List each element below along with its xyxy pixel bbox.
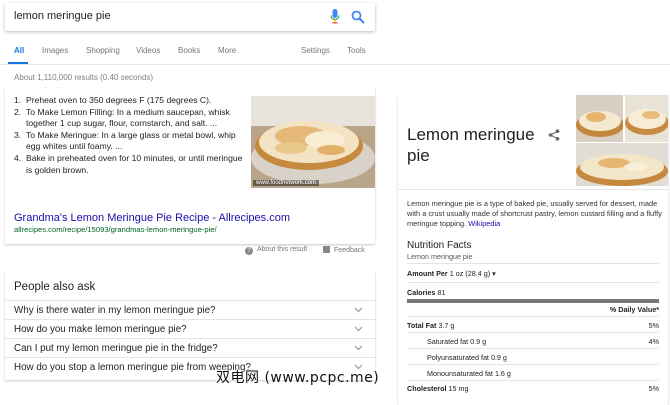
chevron-down-icon [354, 345, 363, 351]
paa-question[interactable]: Why is there water in my lemon meringue … [5, 300, 375, 319]
feedback-link[interactable]: Feedback [323, 246, 365, 254]
calories-row: Calories 81 [407, 288, 446, 297]
tab-books[interactable]: Books [178, 46, 200, 55]
feedback-icon [323, 246, 330, 253]
kp-title: Lemon meringue pie [407, 125, 535, 165]
nutrient-row: Total Fat 3.7 g 5% [407, 321, 659, 330]
paa-question[interactable]: Can I put my lemon meringue pie in the f… [5, 338, 375, 357]
about-this-result[interactable]: ? About this result [245, 246, 307, 255]
chevron-down-icon [354, 326, 363, 332]
knowledge-panel: Lemon meringue pie Lemon meringue pie is… [398, 95, 668, 405]
wikipedia-link[interactable]: Wikipedia [468, 219, 500, 228]
nf-divider [407, 348, 659, 349]
recipe-steps: 1. Preheat oven to 350 degrees F (175 deg… [14, 95, 246, 176]
search-bar[interactable]: lemon meringue pie [5, 3, 375, 31]
tab-all[interactable]: All [14, 46, 24, 55]
recipe-step: 2. To Make Lemon Filling: In a medium sau… [14, 106, 230, 129]
image-credit: www.foodnetwork.com [253, 180, 320, 186]
nutrition-facts-subheading: Lemon meringue pie [407, 252, 473, 261]
kp-description: Lemon meringue pie is a type of baked pi… [407, 199, 662, 229]
site-watermark: 双电网 (www.pcpc.me) [216, 370, 380, 386]
paa-question[interactable]: How do you make lemon meringue pie? [5, 319, 375, 338]
tabs-divider [0, 64, 670, 65]
featured-snippet: 1. Preheat oven to 350 degrees F (175 deg… [5, 88, 375, 244]
tab-settings[interactable]: Settings [301, 46, 330, 55]
search-input[interactable]: lemon meringue pie [14, 10, 111, 22]
mic-icon[interactable] [330, 9, 340, 24]
tab-shopping[interactable]: Shopping [86, 46, 120, 55]
nutrient-row: Polyunsaturated fat 0.9 g [427, 353, 507, 362]
nutrition-facts-heading: Nutrition Facts [407, 240, 472, 251]
search-icon[interactable] [351, 10, 365, 24]
tab-tools[interactable]: Tools [347, 46, 366, 55]
recipe-step: 4. Bake in preheated oven for 10 minutes,… [14, 152, 243, 175]
nutrient-row: Saturated fat 0.9 g 4% [427, 337, 659, 346]
kp-image[interactable] [576, 95, 623, 142]
dropdown-arrow-icon: ▾ [492, 269, 496, 278]
nf-divider [407, 332, 659, 333]
kp-image[interactable] [625, 95, 668, 142]
nf-divider [407, 380, 659, 381]
amount-per-selector[interactable]: Amount Per 1 oz (28.4 g) ▾ [407, 269, 659, 278]
pie-photo-graphic [576, 143, 668, 186]
nutrient-row: Cholesterol 15 mg 5% [407, 384, 659, 393]
nf-divider [407, 263, 659, 264]
kp-divider [398, 189, 668, 190]
kp-image[interactable] [576, 143, 668, 186]
tab-more[interactable]: More [218, 46, 236, 55]
pie-photo-graphic [625, 95, 668, 142]
nf-divider [407, 364, 659, 365]
result-title-link[interactable]: Grandma's Lemon Meringue Pie Recipe - Al… [14, 212, 290, 224]
pie-photo-graphic [251, 96, 375, 188]
nutrient-row: Monounsaturated fat 1.6 g [427, 369, 511, 378]
recipe-step: 1. Preheat oven to 350 degrees F (175 deg… [14, 95, 212, 105]
people-also-ask: People also ask Why is there water in my… [5, 270, 375, 380]
tab-videos[interactable]: Videos [136, 46, 160, 55]
nf-thick-divider [407, 299, 659, 303]
share-icon[interactable] [548, 129, 560, 141]
pie-image[interactable]: www.foodnetwork.com [251, 96, 375, 188]
tab-images[interactable]: Images [42, 46, 68, 55]
chevron-down-icon [354, 307, 363, 313]
result-stats: About 1,110,000 results (0.40 seconds) [14, 73, 154, 82]
pie-photo-graphic [576, 95, 623, 142]
help-icon: ? [245, 247, 253, 255]
recipe-step: 3. To Make Meringue: In a large glass or … [14, 129, 236, 152]
result-url: allrecipes.com/recipe/15093/grandmas-lem… [14, 225, 217, 234]
paa-heading: People also ask [14, 281, 96, 293]
nf-divider [407, 282, 659, 283]
nf-divider [407, 316, 659, 317]
